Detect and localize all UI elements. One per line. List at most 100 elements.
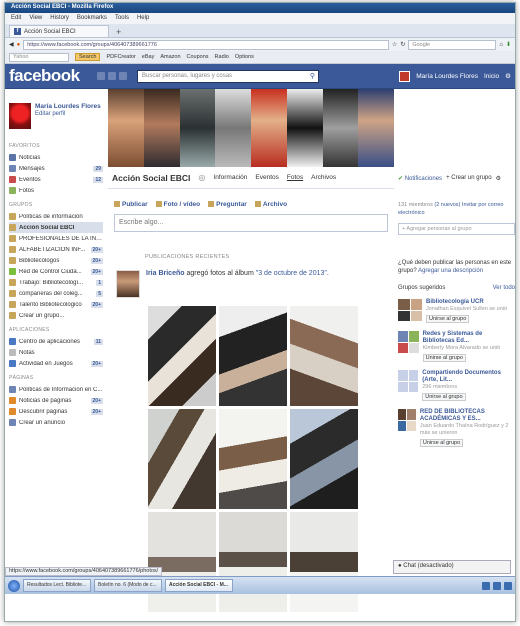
notifications-icon[interactable]: [119, 72, 127, 80]
settings-icon[interactable]: ⚙: [505, 72, 511, 80]
sidebar-section-heading[interactable]: PÁGINAS: [9, 375, 103, 381]
ask-button[interactable]: Preguntar: [208, 201, 247, 208]
tab-archivos[interactable]: Archivos: [311, 174, 336, 181]
reload-icon[interactable]: ↻: [400, 41, 405, 48]
sidebar-item[interactable]: Eventos 12: [9, 174, 103, 185]
toolbar-options[interactable]: Options: [235, 54, 254, 60]
sidebar-item[interactable]: Crear un grupo...: [9, 310, 103, 321]
sidebar-item[interactable]: Fotos: [9, 185, 103, 196]
join-group-button[interactable]: Unirse al grupo: [422, 354, 466, 362]
search-button[interactable]: Search: [75, 53, 101, 61]
tray-icon[interactable]: [493, 581, 501, 590]
home-icon[interactable]: ⌂: [499, 42, 503, 48]
add-people-input[interactable]: + Agregar personas al grupo: [398, 223, 515, 235]
new-members-count[interactable]: (2 nuevos): [434, 202, 460, 208]
album-photo[interactable]: [148, 409, 216, 509]
gear-icon[interactable]: ⚙: [496, 175, 501, 182]
start-button[interactable]: [8, 579, 20, 592]
edit-profile-link[interactable]: Editar perfil: [35, 111, 101, 117]
taskbar-item[interactable]: Boletín no. 6 (Modo de c...: [94, 579, 162, 592]
menu-bookmarks[interactable]: Bookmarks: [77, 15, 107, 22]
photo-video-button[interactable]: Foto / vídeo: [155, 201, 200, 208]
toolbar-coupons[interactable]: Coupons: [187, 54, 209, 60]
sidebar-item[interactable]: Crear un anuncio: [9, 417, 103, 428]
create-group-button[interactable]: + Crear un grupo: [446, 175, 492, 181]
file-button[interactable]: Archivo: [254, 201, 287, 208]
facebook-search-input[interactable]: Buscar personas, lugares y cosas ⚲: [137, 69, 319, 83]
sidebar-item[interactable]: Políticas de Información en C...: [9, 384, 103, 395]
sidebar-item[interactable]: Trabajo: Bibliotecólogí... 1: [9, 277, 103, 288]
sidebar-item[interactable]: Noticias de páginas 20+: [9, 395, 103, 406]
browser-tab[interactable]: f Acción Social EBCI: [9, 25, 109, 37]
facebook-logo[interactable]: facebook: [9, 66, 97, 86]
top-bar-user-name[interactable]: María Lourdes Flores: [416, 73, 478, 80]
notifications-button[interactable]: ✔ Notificaciones: [398, 175, 442, 182]
browser-search-input[interactable]: Google: [408, 39, 497, 50]
sidebar-section-heading[interactable]: GRUPOS: [9, 202, 103, 208]
group-title[interactable]: Acción Social EBCI: [112, 173, 190, 183]
star-icon[interactable]: ☆: [392, 41, 397, 48]
tray-icon[interactable]: [482, 581, 490, 590]
toolbar-pdfcreator[interactable]: PDFCreator: [106, 54, 135, 60]
toolbar-ebay[interactable]: eBay: [142, 54, 155, 60]
cover-photo[interactable]: [322, 89, 359, 167]
publish-button[interactable]: Publicar: [114, 201, 148, 208]
sidebar-item[interactable]: Notas: [9, 347, 103, 358]
url-bar[interactable]: https://www.facebook.com/groups/40640738…: [23, 39, 389, 50]
tray-icon[interactable]: [504, 581, 512, 590]
download-icon[interactable]: ⬇: [506, 41, 511, 48]
members-count[interactable]: 131 miembros: [398, 202, 433, 208]
cover-photo[interactable]: [108, 89, 144, 167]
sidebar-item[interactable]: Descubrir páginas 20+: [9, 406, 103, 417]
taskbar-item[interactable]: Acción Social EBCI - M...: [165, 579, 233, 592]
menu-history[interactable]: History: [50, 15, 69, 22]
join-group-button[interactable]: Unirse al grupo: [419, 439, 464, 447]
sidebar-item[interactable]: ALFABETIZACIÓN INF... 20+: [9, 244, 103, 255]
menu-view[interactable]: View: [29, 15, 42, 22]
cover-photo[interactable]: [143, 89, 180, 167]
messages-icon[interactable]: [108, 72, 116, 80]
sidebar-item[interactable]: Centro de aplicaciones 11: [9, 336, 103, 347]
album-photo[interactable]: [148, 512, 216, 612]
home-link[interactable]: Inicio: [484, 73, 499, 80]
menu-edit[interactable]: Edit: [11, 15, 21, 22]
sidebar-item[interactable]: Noticias: [9, 152, 103, 163]
album-photo[interactable]: [290, 512, 358, 612]
suggested-group-name[interactable]: RED DE BIBLIOTECAS ACADÉMICAS Y ES...: [420, 409, 515, 423]
album-photo[interactable]: [219, 306, 287, 406]
tab-eventos[interactable]: Eventos: [255, 174, 279, 181]
sidebar-item[interactable]: Talento Bibliotecológico 20+: [9, 299, 103, 310]
cover-photo[interactable]: [358, 89, 394, 167]
tab-informacion[interactable]: Información: [213, 174, 247, 181]
cover-photo[interactable]: [215, 89, 251, 167]
sidebar-item[interactable]: Políticas de información: [9, 211, 103, 222]
sidebar-item[interactable]: Mensajes 29: [9, 163, 103, 174]
suggested-group-name[interactable]: Compartiendo Documentos (Arte, Lit...: [422, 370, 515, 384]
join-group-button[interactable]: Unirse al grupo: [422, 393, 466, 401]
taskbar-item[interactable]: Resultados Lect. Bibliote...: [23, 579, 91, 592]
cover-photo[interactable]: [179, 89, 216, 167]
album-photo[interactable]: [290, 306, 358, 406]
menu-help[interactable]: Help: [137, 15, 149, 22]
toolbar-amazon[interactable]: Amazon: [160, 54, 180, 60]
sidebar-item[interactable]: Actividad en Juegos 20+: [9, 358, 103, 369]
post-author-avatar[interactable]: [116, 270, 140, 298]
join-group-button[interactable]: Unirse al grupo: [426, 315, 470, 323]
album-photo[interactable]: [290, 409, 358, 509]
avatar[interactable]: [399, 70, 411, 82]
album-photo[interactable]: [148, 306, 216, 406]
sidebar-item[interactable]: Red de Control Ciuda... 20+: [9, 266, 103, 277]
album-photo[interactable]: [219, 409, 287, 509]
cover-photo[interactable]: [286, 89, 323, 167]
suggested-group-image[interactable]: [398, 409, 416, 431]
sidebar-section-heading[interactable]: APLICACIONES: [9, 327, 103, 333]
profile-avatar[interactable]: [9, 103, 31, 129]
sidebar-item[interactable]: compañeras del coleg... 5: [9, 288, 103, 299]
composer-input[interactable]: Escribe algo...: [114, 214, 388, 232]
suggested-group-image[interactable]: [398, 299, 422, 321]
post-author[interactable]: Iria Briceño: [146, 270, 185, 277]
yahoo-search-input[interactable]: Yahoo: [9, 52, 69, 62]
toolbar-radio[interactable]: Radio: [215, 54, 229, 60]
sidebar-item[interactable]: Bibliotecólogos 20+: [9, 255, 103, 266]
see-all-link[interactable]: Ver todo: [493, 285, 515, 291]
